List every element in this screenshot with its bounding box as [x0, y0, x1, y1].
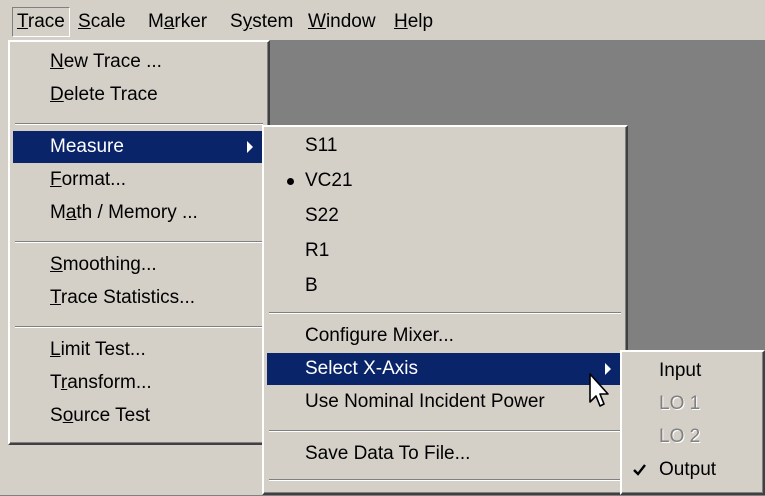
submenu-item-s22[interactable]: S22	[267, 200, 623, 232]
menu-trace-label: Trace	[17, 11, 65, 32]
menu-item-label: VC21	[305, 170, 353, 191]
menu-item-transform[interactable]: Transform...	[13, 367, 265, 399]
menu-trace[interactable]: Trace	[12, 7, 70, 37]
submenu-item-output[interactable]: Output	[625, 454, 760, 486]
menu-item-label: Transform...	[50, 372, 152, 393]
radio-bullet-icon	[287, 178, 294, 185]
submenu-item-lo2: LO 2	[625, 421, 760, 453]
submenu-item-r1[interactable]: R1	[267, 235, 623, 267]
menu-item-trace-statistics[interactable]: Trace Statistics...	[13, 282, 265, 314]
submenu-item-s11[interactable]: S11	[267, 130, 623, 162]
submenu-item-b[interactable]: B	[267, 270, 623, 302]
measure-submenu: S11 VC21 S22 R1 B Configure Mixer... Sel…	[262, 125, 628, 495]
submenu-item-select-x-axis[interactable]: Select X-Axis	[267, 353, 623, 385]
menu-item-label: New Trace ...	[50, 51, 162, 72]
menu-item-delete-trace[interactable]: Delete Trace	[13, 79, 265, 111]
menu-separator	[269, 479, 621, 481]
menu-item-label: Save Data To File...	[305, 443, 471, 464]
menu-separator	[269, 430, 621, 432]
submenu-arrow-icon	[247, 141, 253, 153]
menu-item-label: Configure Mixer...	[305, 325, 454, 346]
submenu-item-vc21[interactable]: VC21	[267, 165, 623, 197]
menu-item-smoothing[interactable]: Smoothing...	[13, 249, 265, 281]
menu-item-label: Format...	[50, 169, 127, 190]
menu-item-label: Source Test	[50, 405, 151, 426]
menu-help[interactable]: Help	[390, 8, 437, 36]
menu-item-label: Trace Statistics...	[50, 287, 196, 308]
menu-item-label: Delete Trace	[50, 84, 158, 105]
menu-item-label: S22	[305, 205, 339, 226]
submenu-item-use-nominal-incident-power[interactable]: Use Nominal Incident Power	[267, 386, 623, 418]
menu-separator	[15, 326, 263, 328]
menu-separator	[269, 312, 621, 314]
menu-item-new-trace[interactable]: New Trace ...	[13, 46, 265, 78]
menu-item-label: S11	[305, 135, 338, 156]
menu-separator	[15, 241, 263, 243]
submenu-item-configure-mixer[interactable]: Configure Mixer...	[267, 320, 623, 352]
menu-scale[interactable]: Scale	[74, 8, 130, 36]
menu-item-label: Input	[659, 360, 702, 381]
menu-item-label: Select X-Axis	[305, 358, 418, 379]
menu-system[interactable]: System	[226, 8, 297, 36]
menu-window[interactable]: Window	[304, 8, 380, 36]
menu-item-label: Limit Test...	[50, 339, 146, 360]
menu-item-label: B	[305, 275, 318, 296]
menu-item-measure[interactable]: Measure	[13, 131, 265, 163]
menu-bar: Trace Scale Marker System Window Help	[0, 0, 765, 40]
menu-item-label: Measure	[50, 136, 124, 157]
menu-marker[interactable]: Marker	[144, 8, 211, 36]
menu-item-source-test[interactable]: Source Test	[13, 400, 265, 432]
menu-item-format[interactable]: Format...	[13, 164, 265, 196]
menu-item-label: R1	[305, 240, 330, 261]
menu-item-label: LO 2	[659, 426, 701, 447]
menu-system-label: System	[230, 11, 294, 32]
menu-help-label: Help	[394, 11, 434, 32]
menu-item-label: Use Nominal Incident Power	[305, 391, 545, 412]
menu-item-label: Math / Memory ...	[50, 202, 198, 223]
menu-item-limit-test[interactable]: Limit Test...	[13, 334, 265, 366]
menu-separator	[15, 123, 263, 125]
submenu-item-lo1: LO 1	[625, 388, 760, 420]
trace-menu: New Trace ... Delete Trace Measure Forma…	[8, 40, 270, 445]
x-axis-submenu: Input LO 1 LO 2 Output	[620, 350, 765, 495]
menu-item-label: Smoothing...	[50, 254, 157, 275]
mouse-pointer-icon	[589, 373, 609, 407]
checkmark-icon	[633, 454, 647, 496]
menu-scale-label: Scale	[78, 11, 126, 32]
menu-item-label: LO 1	[659, 393, 701, 414]
submenu-item-input[interactable]: Input	[625, 355, 760, 387]
menu-item-label: Output	[659, 459, 717, 480]
menu-marker-label: Marker	[148, 11, 208, 32]
submenu-item-save-data-to-file[interactable]: Save Data To File...	[267, 438, 623, 470]
menu-item-math-memory[interactable]: Math / Memory ...	[13, 197, 265, 229]
menu-window-label: Window	[308, 11, 376, 32]
